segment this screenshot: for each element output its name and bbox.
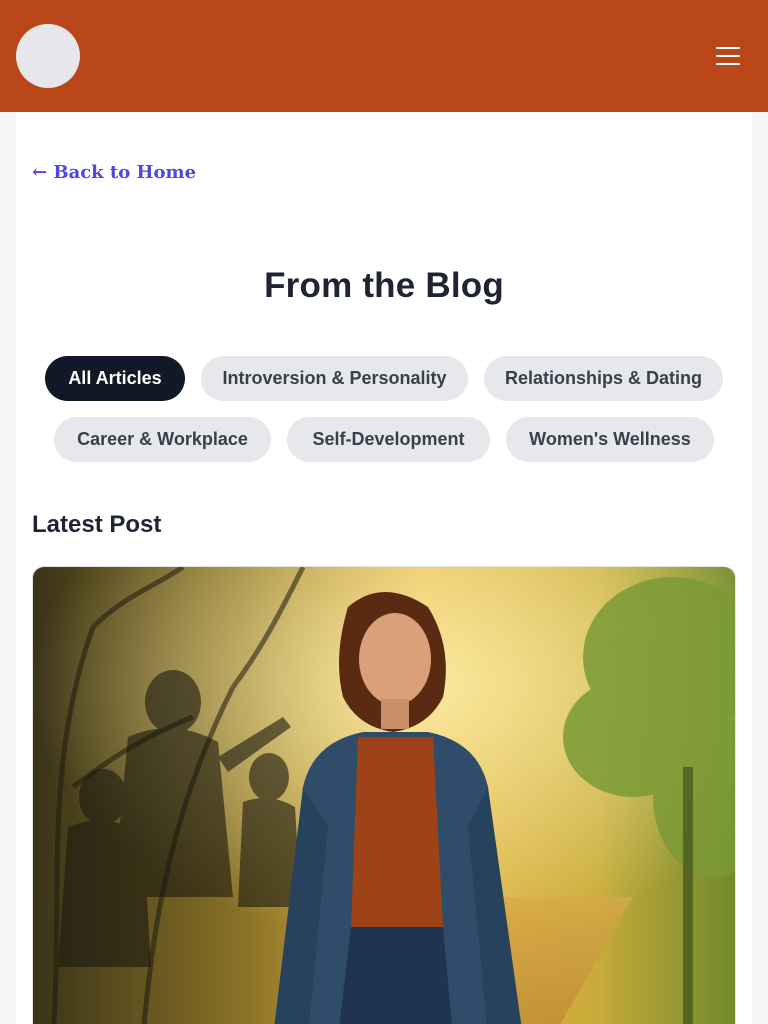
- blog-content-card: ← Back to Home From the Blog All Article…: [16, 112, 752, 1024]
- site-header: [0, 0, 768, 112]
- hamburger-menu-icon[interactable]: [712, 42, 744, 70]
- featured-post-image: [33, 567, 735, 1024]
- logo-icon[interactable]: [16, 24, 80, 88]
- category-chip-introversion[interactable]: Introversion & Personality: [201, 356, 468, 401]
- category-chip-womens-wellness[interactable]: Women's Wellness: [506, 417, 714, 462]
- latest-post-heading: Latest Post: [32, 511, 162, 538]
- category-chip-relationships[interactable]: Relationships & Dating: [484, 356, 723, 401]
- page-title: From the Blog: [264, 266, 504, 305]
- menu-bar: [716, 63, 740, 65]
- menu-bar: [716, 55, 740, 57]
- menu-bar: [716, 47, 740, 49]
- category-chip-career[interactable]: Career & Workplace: [54, 417, 271, 462]
- category-chip-self-development[interactable]: Self-Development: [287, 417, 490, 462]
- category-chip-all-articles[interactable]: All Articles: [45, 356, 185, 401]
- featured-post-card[interactable]: [32, 566, 736, 1024]
- back-to-home-link[interactable]: ← Back to Home: [32, 162, 196, 183]
